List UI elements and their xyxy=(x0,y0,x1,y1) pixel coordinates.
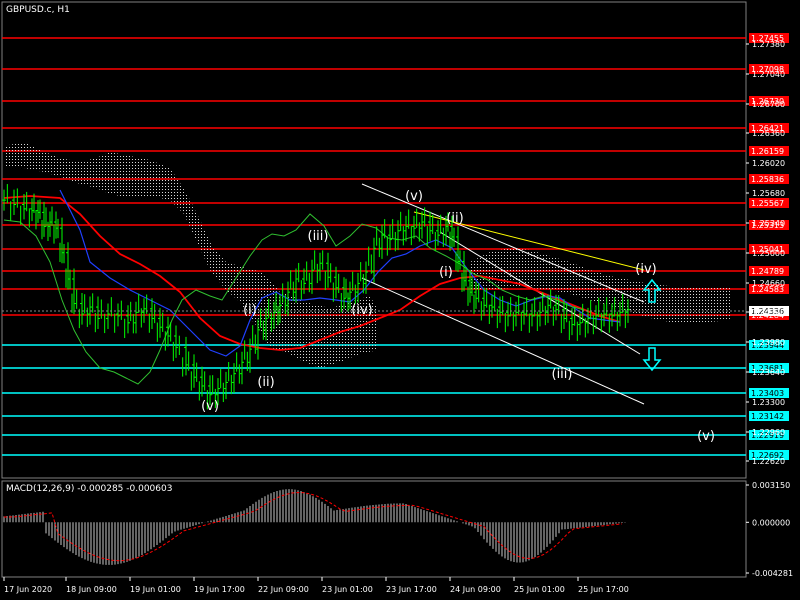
y-tick-label: 1.27040 xyxy=(752,70,785,79)
chart-symbol-title: GBPUSD.c, H1 xyxy=(6,5,70,15)
macd-tick-label: 0.000000 xyxy=(752,518,790,527)
y-tick-label: 1.25680 xyxy=(752,189,785,198)
resistance-tag-label: 1.25567 xyxy=(751,199,784,208)
wave-label: (iv) xyxy=(635,262,656,277)
trading-chart[interactable]: 1.274551.270981.267301.264211.261591.258… xyxy=(0,0,800,600)
price-axis: 1.27380 1.27040 1.26700 1.26360 1.26020 1.256… xyxy=(746,40,785,466)
y-tick-label: 1.26020 xyxy=(752,159,785,168)
wave-label: (ii) xyxy=(257,375,274,390)
x-tick-label: 19 Jun 01:00 xyxy=(130,585,181,594)
x-tick-label: 17 Jun 2020 xyxy=(4,585,52,594)
macd-tick-label: 0.003150 xyxy=(752,481,790,490)
y-tick-label: 1.24320 xyxy=(752,308,785,317)
x-tick-label: 22 Jun 09:00 xyxy=(258,585,309,594)
y-tick-label: 1.25000 xyxy=(752,249,785,258)
macd-label: MACD(12,26,9) -0.000285 -0.000603 xyxy=(6,484,172,494)
wave-label: (v) xyxy=(405,189,423,204)
x-tick-label: 23 Jun 01:00 xyxy=(322,585,373,594)
wave-label: (iii) xyxy=(552,367,573,382)
y-tick-label: 1.27380 xyxy=(752,40,785,49)
y-tick-label: 1.23300 xyxy=(752,398,785,407)
wave-label: (v) xyxy=(201,399,219,414)
x-tick-label: 19 Jun 17:00 xyxy=(194,585,245,594)
x-tick-label: 25 Jun 17:00 xyxy=(578,585,629,594)
wave-label: (ii) xyxy=(446,211,463,226)
x-tick-label: 18 Jun 09:00 xyxy=(66,585,117,594)
y-tick-label: 1.22960 xyxy=(752,428,785,437)
wave-label: (iv) xyxy=(351,303,372,318)
support-tag-label: 1.23403 xyxy=(751,389,784,398)
resistance-tag-label: 1.24789 xyxy=(751,267,784,276)
y-tick-label: 1.26700 xyxy=(752,100,785,109)
wave-label: (i) xyxy=(243,303,257,318)
y-tick-label: 1.25340 xyxy=(752,219,785,228)
wave-label: (iii) xyxy=(308,229,329,244)
resistance-tag-label: 1.26159 xyxy=(751,147,784,156)
wave-label: (i) xyxy=(439,265,453,280)
macd-tick-label: -0.004281 xyxy=(752,569,793,578)
support-tag-label: 1.23142 xyxy=(751,412,784,421)
y-tick-label: 1.23640 xyxy=(752,368,785,377)
x-tick-label: 25 Jun 01:00 xyxy=(514,585,565,594)
resistance-tag-label: 1.25836 xyxy=(751,175,784,184)
x-tick-label: 24 Jun 09:00 xyxy=(450,585,501,594)
y-tick-label: 1.23980 xyxy=(752,338,785,347)
wave-label: (v) xyxy=(697,429,715,444)
y-tick-label: 1.24660 xyxy=(752,279,785,288)
y-tick-label: 1.26360 xyxy=(752,129,785,138)
y-tick-label: 1.22620 xyxy=(752,457,785,466)
x-tick-label: 23 Jun 17:00 xyxy=(386,585,437,594)
